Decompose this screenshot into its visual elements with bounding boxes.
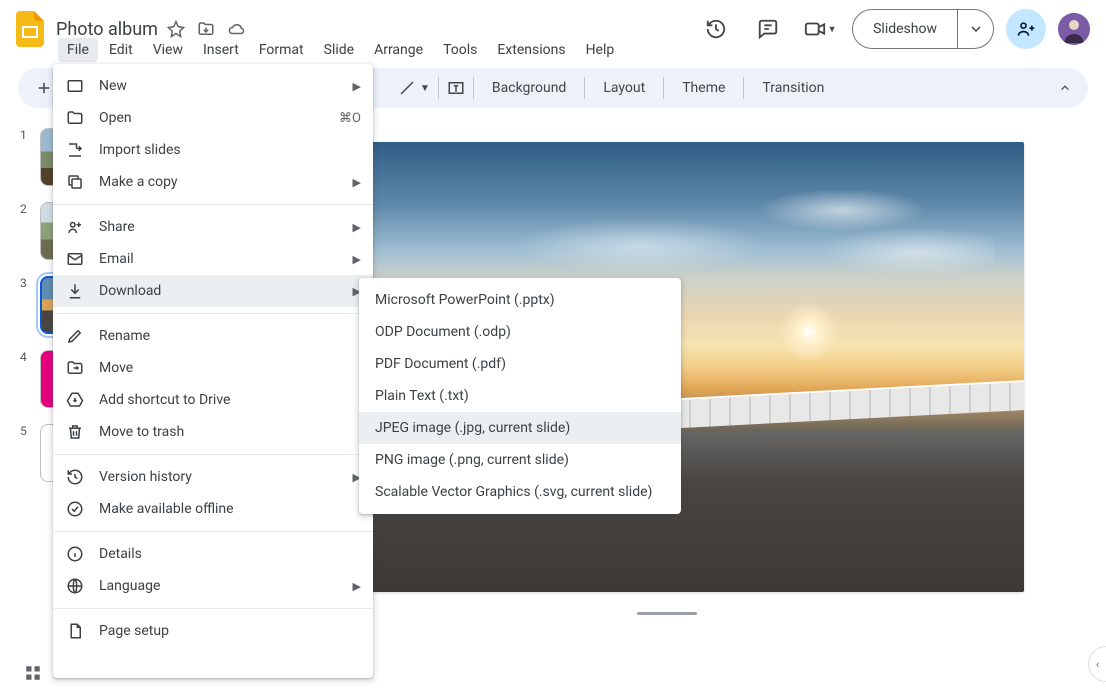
slide-number: 4 — [20, 350, 34, 364]
file-new[interactable]: New ▶ — [53, 70, 373, 102]
share-button[interactable] — [1006, 9, 1046, 49]
file-email[interactable]: Email ▶ — [53, 243, 373, 275]
email-icon — [65, 249, 85, 269]
rename-icon — [65, 326, 85, 346]
shortcut-label: ⌘O — [339, 111, 361, 126]
download-png[interactable]: PNG image (.png, current slide) — [359, 444, 681, 476]
menu-view[interactable]: View — [144, 38, 192, 62]
file-move[interactable]: Move — [53, 352, 373, 384]
layout-button[interactable]: Layout — [593, 80, 655, 96]
file-share[interactable]: Share ▶ — [53, 211, 373, 243]
submenu-arrow-icon: ▶ — [353, 176, 361, 189]
menu-file[interactable]: File — [58, 38, 98, 62]
menu-format[interactable]: Format — [250, 38, 313, 62]
menu-edit[interactable]: Edit — [100, 38, 142, 62]
download-pdf[interactable]: PDF Document (.pdf) — [359, 348, 681, 380]
copy-icon — [65, 172, 85, 192]
slide-number: 2 — [20, 202, 34, 216]
menu-extensions[interactable]: Extensions — [488, 38, 574, 62]
drive-shortcut-icon — [65, 390, 85, 410]
background-button[interactable]: Background — [482, 80, 576, 96]
file-rename[interactable]: Rename — [53, 320, 373, 352]
file-hidden-item[interactable] — [53, 647, 373, 672]
file-language[interactable]: Language ▶ — [53, 570, 373, 602]
file-menu: New ▶ Open ⌘O Import slides Make a copy … — [53, 64, 373, 678]
file-available-offline[interactable]: Make available offline — [53, 493, 373, 525]
download-odp[interactable]: ODP Document (.odp) — [359, 316, 681, 348]
slides-app-icon[interactable] — [10, 9, 50, 49]
menu-insert[interactable]: Insert — [194, 38, 248, 62]
download-svg[interactable]: Scalable Vector Graphics (.svg, current … — [359, 476, 681, 508]
history-icon[interactable] — [696, 9, 736, 49]
submenu-arrow-icon: ▶ — [353, 221, 361, 234]
account-avatar[interactable] — [1058, 13, 1090, 45]
download-jpg[interactable]: JPEG image (.jpg, current slide) — [359, 412, 681, 444]
file-add-shortcut[interactable]: Add shortcut to Drive — [53, 384, 373, 416]
download-txt[interactable]: Plain Text (.txt) — [359, 380, 681, 412]
menubar: File Edit View Insert Format Slide Arran… — [58, 36, 623, 64]
folder-icon — [65, 108, 85, 128]
file-page-setup[interactable]: Page setup — [53, 615, 373, 647]
trash-icon — [65, 422, 85, 442]
download-submenu: Microsoft PowerPoint (.pptx) ODP Documen… — [359, 278, 681, 514]
submenu-arrow-icon: ▶ — [353, 253, 361, 266]
file-open[interactable]: Open ⌘O — [53, 102, 373, 134]
comments-icon[interactable] — [748, 9, 788, 49]
slideshow-button[interactable]: Slideshow — [852, 9, 958, 49]
submenu-arrow-icon: ▶ — [353, 580, 361, 593]
menu-tools[interactable]: Tools — [434, 38, 486, 62]
menu-slide[interactable]: Slide — [315, 38, 363, 62]
menu-help[interactable]: Help — [577, 38, 624, 62]
import-icon — [65, 140, 85, 160]
file-version-history[interactable]: Version history ▶ — [53, 461, 373, 493]
meet-icon[interactable]: ▼ — [800, 9, 840, 49]
menu-arrange[interactable]: Arrange — [365, 38, 432, 62]
file-download[interactable]: Download ▶ — [53, 275, 373, 307]
slide-number: 3 — [20, 276, 34, 290]
file-move-trash[interactable]: Move to trash — [53, 416, 373, 448]
file-import-slides[interactable]: Import slides — [53, 134, 373, 166]
new-icon — [65, 76, 85, 96]
slide-number: 5 — [20, 424, 34, 438]
submenu-arrow-icon: ▶ — [353, 80, 361, 93]
globe-icon — [65, 576, 85, 596]
download-icon — [65, 281, 85, 301]
collapse-toolbar-icon[interactable] — [1058, 81, 1072, 95]
transition-button[interactable]: Transition — [752, 80, 834, 96]
slideshow-more-button[interactable] — [958, 9, 994, 49]
file-make-copy[interactable]: Make a copy ▶ — [53, 166, 373, 198]
speaker-notes-handle[interactable] — [637, 612, 697, 615]
offline-icon — [65, 499, 85, 519]
file-details[interactable]: Details — [53, 538, 373, 570]
download-pptx[interactable]: Microsoft PowerPoint (.pptx) — [359, 284, 681, 316]
move-icon — [65, 358, 85, 378]
grid-view-button[interactable] — [24, 664, 42, 682]
share-icon — [65, 217, 85, 237]
slide-number: 1 — [20, 128, 34, 142]
text-box-tool[interactable] — [447, 79, 465, 97]
page-setup-icon — [65, 621, 85, 641]
theme-button[interactable]: Theme — [672, 80, 735, 96]
line-tool[interactable]: ▼ — [398, 79, 430, 97]
history-icon — [65, 467, 85, 487]
info-icon — [65, 544, 85, 564]
